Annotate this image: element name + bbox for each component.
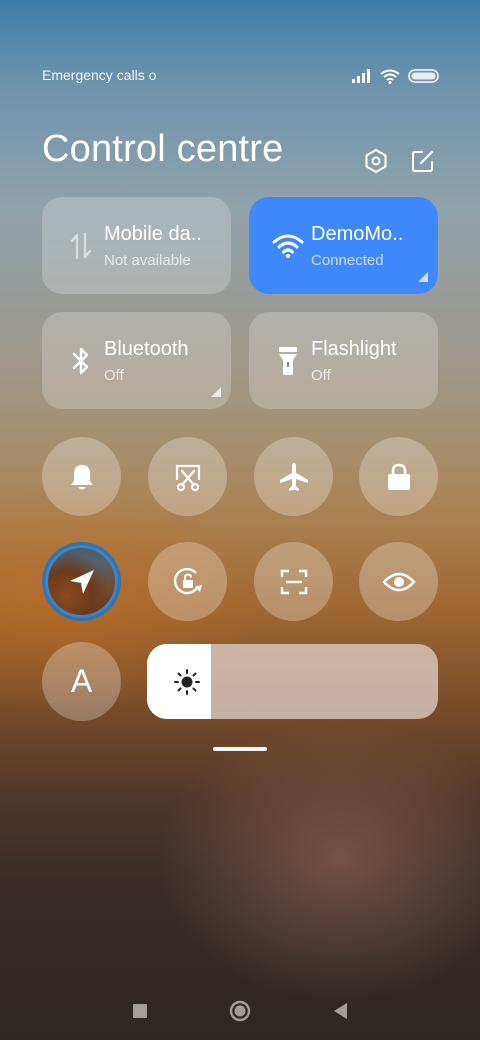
tile-wifi-name: DemoMo..: [311, 222, 404, 245]
mute-button[interactable]: [42, 437, 121, 516]
page-title: Control centre: [42, 128, 284, 170]
location-icon: [69, 569, 94, 594]
home-button[interactable]: [228, 1000, 252, 1022]
tile-bluetooth-status: Off: [104, 366, 124, 384]
mobile-data-icon: [70, 232, 92, 259]
tile-wifi-status: Connected: [311, 251, 384, 269]
back-button[interactable]: [328, 1000, 352, 1022]
bell-icon: [70, 464, 93, 489]
font-size-button[interactable]: A: [42, 642, 121, 721]
airplane-icon: [279, 462, 308, 491]
signal-icon: [352, 69, 370, 83]
tile-bluetooth[interactable]: Bluetooth Off: [42, 312, 231, 409]
edit-icon: [412, 150, 434, 172]
scan-icon: [280, 569, 307, 594]
status-icons: [352, 66, 440, 86]
tile-bluetooth-expand-corner[interactable]: [211, 387, 221, 397]
scan-button[interactable]: [254, 542, 333, 621]
tile-mobile-data[interactable]: Mobile da.. Not available: [42, 197, 231, 294]
drag-handle[interactable]: [213, 747, 267, 751]
font-size-label: A: [70, 663, 93, 699]
battery-icon: [408, 69, 439, 83]
status-carrier-text: Emergency calls o: [42, 67, 157, 83]
tile-wifi[interactable]: DemoMo.. Connected: [249, 197, 438, 294]
recents-icon: [133, 1004, 147, 1018]
location-button[interactable]: [42, 542, 121, 621]
tile-wifi-expand-corner[interactable]: [418, 272, 428, 282]
settings-icon: [365, 149, 387, 173]
airplane-mode-button[interactable]: [254, 437, 333, 516]
back-icon: [334, 1003, 347, 1019]
reading-mode-button[interactable]: [359, 542, 438, 621]
recents-button[interactable]: [128, 1000, 152, 1022]
lock-screen-button[interactable]: [359, 437, 438, 516]
edit-button[interactable]: [408, 146, 438, 176]
rotation-lock-icon: [173, 567, 202, 594]
brightness-slider[interactable]: [147, 644, 438, 719]
rotation-lock-button[interactable]: [148, 542, 227, 621]
tile-mobile-data-status: Not available: [104, 251, 191, 269]
tile-mobile-data-name: Mobile da..: [104, 222, 202, 245]
tile-bluetooth-name: Bluetooth: [104, 337, 189, 360]
screenshot-button[interactable]: [148, 437, 227, 516]
bluetooth-icon: [72, 347, 89, 374]
screenshot-icon: [175, 464, 200, 491]
settings-button[interactable]: [361, 146, 391, 176]
flashlight-icon: [279, 346, 297, 375]
tile-flashlight[interactable]: Flashlight Off: [249, 312, 438, 409]
sun-icon: [174, 669, 200, 695]
wifi-icon: [380, 69, 400, 84]
eye-icon: [381, 572, 416, 591]
home-icon: [229, 1000, 251, 1022]
tile-flashlight-status: Off: [311, 366, 331, 384]
tile-flashlight-name: Flashlight: [311, 337, 397, 360]
lock-icon: [387, 463, 410, 490]
wifi-icon: [272, 234, 304, 258]
